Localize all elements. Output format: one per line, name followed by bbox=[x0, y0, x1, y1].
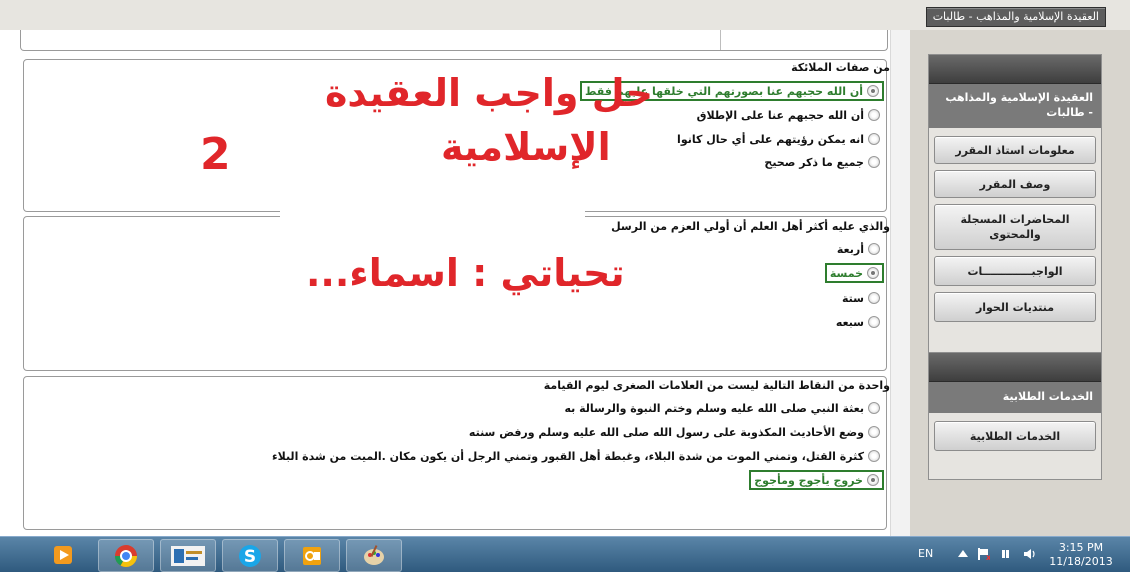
radio-button[interactable] bbox=[867, 85, 879, 97]
option-label: انه يمكن رؤيتهم على أي حال كانوا bbox=[677, 133, 864, 146]
question-panel-3: واحدة من النقاط التالية ليست من العلامات… bbox=[23, 376, 887, 530]
radio-button[interactable] bbox=[868, 156, 880, 168]
network-icon[interactable] bbox=[1000, 547, 1014, 561]
answer-option[interactable]: وضع الأحاديث المكذوبة على رسول الله صلى … bbox=[469, 423, 880, 441]
system-clock[interactable]: 3:15 PM 11/18/2013 bbox=[1046, 541, 1116, 569]
outlook-icon[interactable] bbox=[284, 539, 340, 572]
answer-option[interactable]: انه يمكن رؤيتهم على أي حال كانوا bbox=[677, 130, 880, 148]
option-label: بعثة النبي صلى الله عليه وسلم وختم النبو… bbox=[564, 402, 864, 415]
option-label: خروج يأجوج ومأجوج bbox=[754, 474, 863, 487]
overlay-title-line2: الإسلامية bbox=[441, 122, 611, 172]
skype-icon[interactable]: S bbox=[222, 539, 278, 572]
clock-date: 11/18/2013 bbox=[1046, 555, 1116, 569]
radio-button[interactable] bbox=[867, 267, 879, 279]
radio-button[interactable] bbox=[867, 474, 879, 486]
option-label: سبعه bbox=[836, 316, 864, 329]
nav-button-assignments[interactable]: الواجبـــــــــــــات bbox=[934, 256, 1096, 286]
language-indicator[interactable]: EN bbox=[918, 547, 933, 560]
radio-button[interactable] bbox=[868, 133, 880, 145]
action-center-flag-icon[interactable]: x bbox=[976, 547, 990, 561]
answer-option[interactable]: جميع ما ذكر صحيح bbox=[764, 153, 880, 171]
student-services-box: الخدمات الطلابية الخدمات الطلابية bbox=[928, 352, 1102, 480]
course-title-chip[interactable]: العقيدة الإسلامية والمذاهب - طالبات bbox=[926, 7, 1106, 27]
radio-button[interactable] bbox=[868, 292, 880, 304]
previous-question-panel bbox=[20, 30, 888, 51]
services-header-bar bbox=[929, 353, 1101, 382]
answer-option[interactable]: أربعة bbox=[837, 240, 880, 258]
overlay-backdrop bbox=[280, 200, 585, 222]
windows-taskbar: e S EN x 3:15 PM 11/18/2013 bbox=[0, 536, 1130, 572]
nav-button-forums[interactable]: منتديات الحوار bbox=[934, 292, 1096, 322]
nav-button-course-description[interactable]: وصف المقرر bbox=[934, 170, 1096, 198]
university-app-icon[interactable] bbox=[160, 539, 216, 572]
clock-time: 3:15 PM bbox=[1046, 541, 1116, 555]
overlay-number: 2 bbox=[200, 128, 231, 182]
option-label: أربعة bbox=[837, 243, 864, 256]
option-label: وضع الأحاديث المكذوبة على رسول الله صلى … bbox=[469, 426, 864, 439]
question-text: من صفات الملائكة bbox=[791, 61, 890, 74]
radio-button[interactable] bbox=[868, 450, 880, 462]
paint-icon[interactable] bbox=[346, 539, 402, 572]
radio-button[interactable] bbox=[868, 316, 880, 328]
radio-button[interactable] bbox=[868, 243, 880, 255]
services-title: الخدمات الطلابية bbox=[929, 382, 1101, 413]
chrome-icon[interactable] bbox=[98, 539, 154, 572]
radio-button[interactable] bbox=[868, 109, 880, 121]
question-text: واحدة من النقاط التالية ليست من العلامات… bbox=[544, 379, 890, 392]
answer-option[interactable]: سبعه bbox=[836, 313, 880, 331]
option-label: جميع ما ذكر صحيح bbox=[764, 156, 864, 169]
answer-option[interactable]: كثرة القتل، وتمني الموت من شدة البلاء، و… bbox=[272, 447, 880, 465]
option-label: ستة bbox=[842, 292, 864, 305]
course-menu-header-bar bbox=[929, 55, 1101, 84]
volume-icon[interactable] bbox=[1022, 547, 1036, 561]
media-player-icon[interactable] bbox=[36, 539, 90, 570]
answer-option[interactable]: بعثة النبي صلى الله عليه وسلم وختم النبو… bbox=[564, 399, 880, 417]
nav-button-recorded-lectures[interactable]: المحاضرات المسجلة والمحتوى bbox=[934, 204, 1096, 250]
radio-button[interactable] bbox=[868, 402, 880, 414]
svg-text:S: S bbox=[244, 547, 256, 567]
option-label: أن الله حجبهم عنا على الإطلاق bbox=[697, 109, 864, 122]
top-bar: العقيدة الإسلامية والمذاهب - طالبات bbox=[0, 0, 1130, 31]
answer-option[interactable]: خمسة bbox=[825, 263, 884, 283]
overlay-greeting: تحياتي : اسماء... bbox=[306, 248, 625, 298]
nav-button-student-services[interactable]: الخدمات الطلابية bbox=[934, 421, 1096, 451]
nav-button-instructor-info[interactable]: معلومات استاذ المقرر bbox=[934, 136, 1096, 164]
svg-text:x: x bbox=[986, 553, 990, 561]
right-sidebar: العقيدة الإسلامية والمذاهب - طالبات معلو… bbox=[910, 30, 1130, 536]
overlay-title-line1: حل واجب العقيدة bbox=[325, 68, 653, 118]
radio-button[interactable] bbox=[868, 426, 880, 438]
course-menu-box: العقيدة الإسلامية والمذاهب - طالبات معلو… bbox=[928, 54, 1102, 364]
option-label: خمسة bbox=[830, 267, 863, 280]
question-text: والذي عليه أكثر أهل العلم أن أولي العزم … bbox=[611, 220, 890, 233]
chevron-up-icon[interactable] bbox=[956, 547, 970, 561]
option-label: كثرة القتل، وتمني الموت من شدة البلاء، و… bbox=[272, 450, 864, 463]
answer-option[interactable]: أن الله حجبهم عنا على الإطلاق bbox=[697, 106, 880, 124]
answer-option[interactable]: ستة bbox=[842, 289, 880, 307]
content-scrollbar[interactable] bbox=[890, 30, 911, 536]
answer-option[interactable]: خروج يأجوج ومأجوج bbox=[749, 470, 884, 490]
ie-icon[interactable]: e bbox=[0, 539, 12, 570]
course-menu-title: العقيدة الإسلامية والمذاهب - طالبات bbox=[929, 84, 1101, 128]
